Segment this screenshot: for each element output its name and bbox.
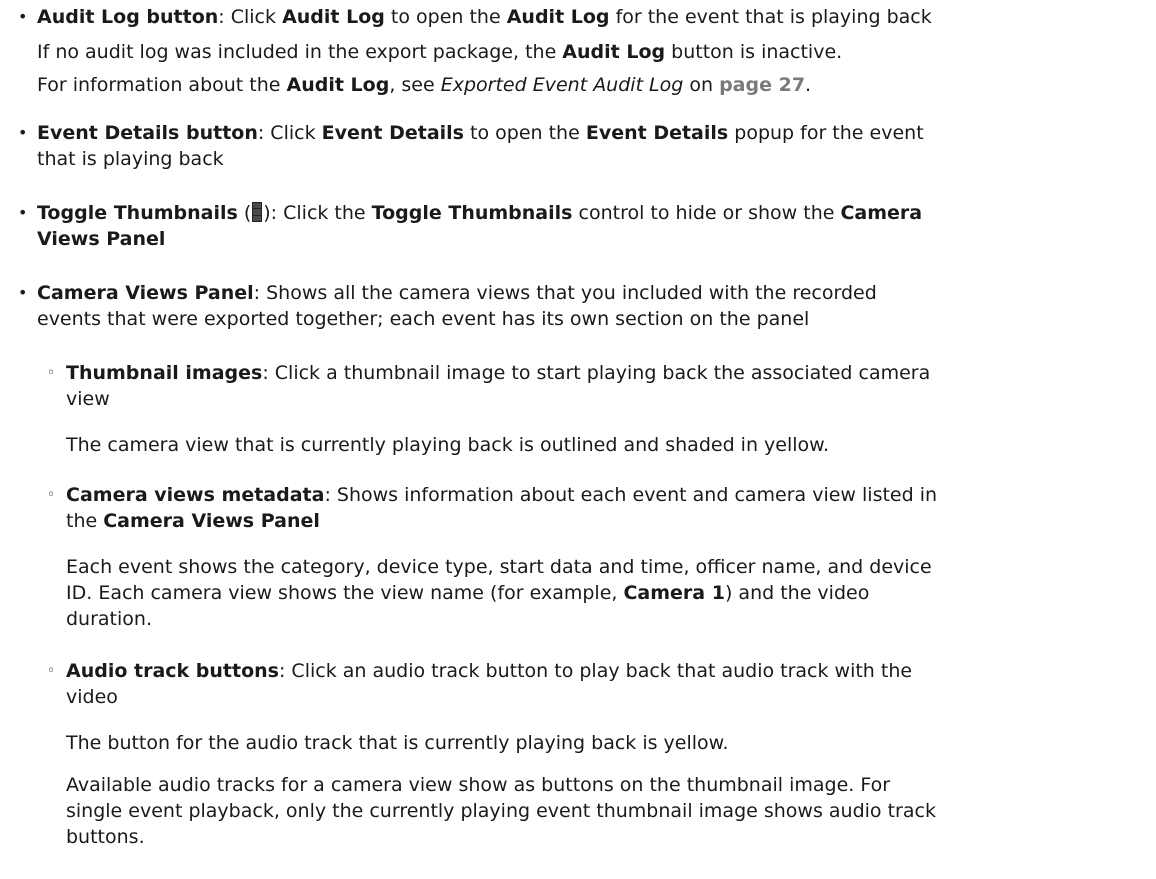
bullet: • [18, 123, 28, 142]
item-text: Audit Log button: Click Audit Log to ope… [37, 6, 932, 28]
paragraph-audit-inactive: If no audit log was included in the expo… [37, 41, 843, 63]
paragraph-thumbnail-yellow: The camera view that is currently playin… [66, 434, 829, 456]
term: Audit Log button [37, 6, 219, 28]
bullet: • [18, 7, 28, 26]
paragraph-audio-yellow: The button for the audio track that is c… [66, 732, 729, 754]
bullet: • [18, 203, 28, 222]
bullet: • [18, 283, 28, 302]
sub-bullet: ◦ [47, 365, 56, 381]
item-text: Camera Views Panel: Shows all the camera… [37, 282, 877, 330]
sub-bullet: ◦ [47, 663, 56, 679]
toggle-thumbnails-icon [252, 202, 263, 222]
item-text: Toggle Thumbnails (): Click the Toggle T… [37, 202, 923, 250]
item-text: Thumbnail images: Click a thumbnail imag… [66, 362, 931, 410]
paragraph-audio-available: Available audio tracks for a camera view… [66, 774, 936, 848]
item-text: Event Details button: Click Event Detail… [37, 122, 924, 170]
item-text: Camera views metadata: Shows information… [66, 484, 938, 532]
paragraph-metadata-details: Each event shows the category, device ty… [66, 556, 932, 630]
item-text: Audio track buttons: Click an audio trac… [66, 660, 913, 708]
paragraph-audit-info: For information about the Audit Log, see… [37, 74, 812, 96]
sub-bullet: ◦ [47, 487, 56, 503]
page-link[interactable]: page 27 [719, 74, 805, 96]
